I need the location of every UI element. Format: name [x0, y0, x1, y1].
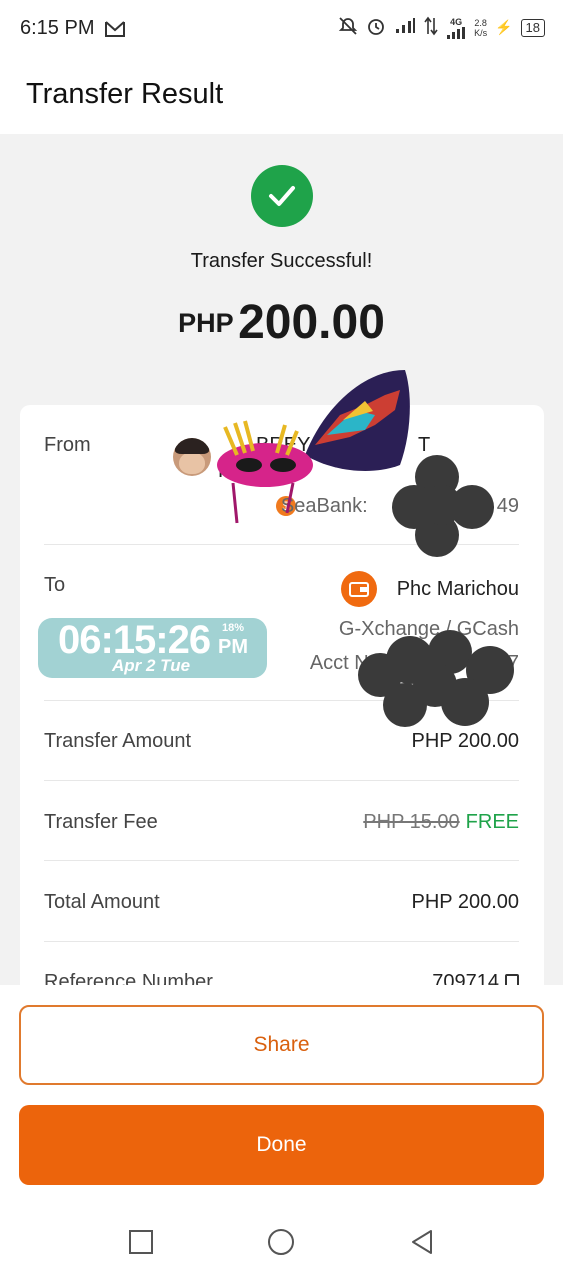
transfer-amount-label: Transfer Amount: [44, 730, 192, 752]
divider: [44, 941, 519, 942]
total-amount-label: Total Amount: [44, 891, 160, 913]
transfer-fee-free: FREE: [465, 811, 519, 833]
sender-name-line1: BREY: [256, 434, 311, 456]
transfer-fee-label: Transfer Fee: [44, 811, 158, 833]
reference-label: Reference Number: [44, 971, 213, 985]
done-button[interactable]: Done: [19, 1105, 544, 1185]
reference-value[interactable]: 709714: [432, 971, 519, 985]
recipient-account: Acct N 7: [310, 652, 519, 675]
sender-avatar: [173, 438, 211, 476]
recipient-name: Phc Marichou: [396, 578, 519, 600]
recents-icon[interactable]: [126, 1227, 156, 1257]
recipient-account-tail: 7: [507, 652, 519, 674]
clock-ampm: PM: [218, 636, 248, 658]
reference-number: 709714: [432, 971, 499, 985]
clock-widget[interactable]: 06:15:26 18% PM Apr 2 Tue: [38, 618, 267, 678]
sender-name-line2: PL: [218, 460, 243, 482]
from-label: From: [44, 434, 91, 456]
home-icon[interactable]: [266, 1227, 296, 1257]
copy-icon[interactable]: [505, 974, 519, 985]
to-label: To: [44, 574, 66, 596]
clock-date: Apr 2 Tue: [112, 656, 191, 675]
divider: [44, 780, 519, 781]
transfer-amount-value: PHP 200.00: [411, 730, 520, 752]
share-button[interactable]: Share: [19, 1005, 544, 1085]
back-icon[interactable]: [407, 1227, 437, 1257]
details-card-viewport: From BREY T PL $ SeaBank: 49 To Phc Mari…: [0, 0, 563, 985]
gcash-wallet-icon: [341, 571, 377, 607]
divider: [44, 544, 519, 545]
system-nav-bar: [0, 1205, 563, 1280]
transfer-fee-original: PHP 15.00: [363, 811, 460, 833]
divider: [44, 700, 519, 701]
divider: [44, 860, 519, 861]
sender-bank-name: SeaBank:: [280, 495, 368, 517]
transfer-fee-value: PHP 15.00 FREE: [363, 811, 519, 834]
sender-bank: SeaBank: 49: [281, 495, 519, 518]
sender-name-end: T: [418, 434, 431, 456]
recipient-account-prefix: Acct N: [309, 652, 369, 674]
clock-battery: 18%: [222, 622, 245, 634]
total-amount-value: PHP 200.00: [411, 891, 520, 913]
recipient-provider: G-Xchange / GCash: [338, 618, 519, 640]
sender-account-tail: 49: [496, 495, 519, 517]
